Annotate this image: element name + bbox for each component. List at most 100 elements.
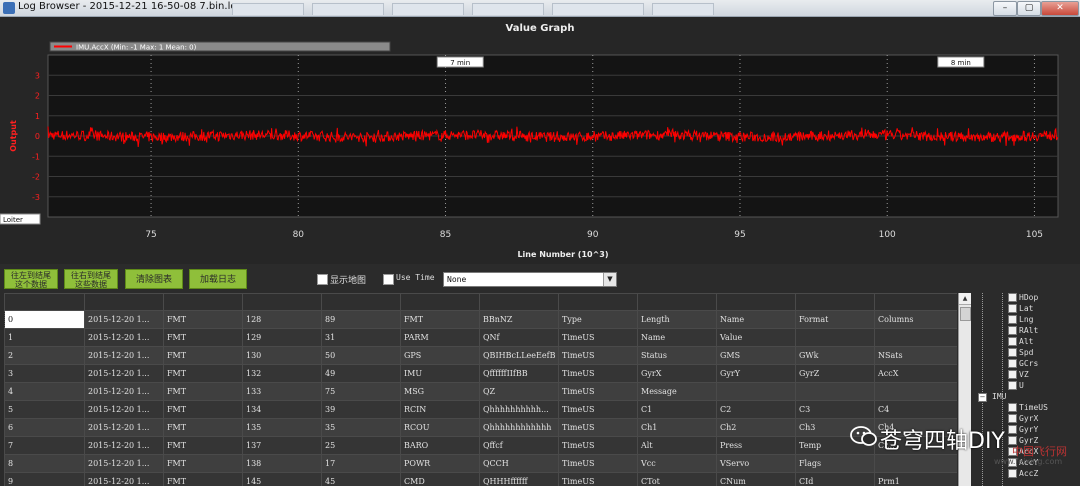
table-cell[interactable]: VServo [716,454,796,473]
table-cell[interactable]: 134 [242,400,322,419]
scroll-right-button[interactable]: 往右到结尾 这些数据 [64,269,118,289]
scroll-up-icon[interactable]: ▲ [959,293,971,305]
table-cell[interactable]: FMT [163,346,243,365]
table-cell[interactable]: C4 [874,400,957,419]
show-map-checkbox[interactable] [317,274,328,285]
table-cell[interactable]: CMD [400,472,480,486]
field-checkbox[interactable] [1008,359,1017,368]
field-checkbox[interactable] [1008,381,1017,390]
table-cell[interactable]: 2015-12-20 1... [84,418,164,437]
col-header[interactable] [4,293,85,311]
table-cell[interactable]: FMT [400,310,480,329]
tree-field-item[interactable]: HDop [1008,293,1038,303]
table-cell[interactable]: CId [795,472,875,486]
table-cell[interactable]: AccX [874,364,957,383]
table-cell[interactable]: FMT [163,382,243,401]
table-cell[interactable]: FMT [163,418,243,437]
table-cell[interactable]: Qhhhhhhhhhhhh [479,418,559,437]
table-cell[interactable]: TimeUS [558,328,638,347]
table-cell[interactable] [874,454,957,473]
table-cell[interactable]: GMS [716,346,796,365]
load-log-button[interactable]: 加载日志 [189,269,247,289]
table-cell[interactable]: 128 [242,310,322,329]
table-cell[interactable]: 145 [242,472,322,486]
table-row[interactable]: 1 2015-12-20 1... FMT 129 31 PARM QNf TimeUS Nam… [4,328,957,347]
table-cell[interactable]: QHHHffffff [479,472,559,486]
table-cell[interactable]: 25 [321,436,401,455]
table-cell[interactable]: 2015-12-20 1... [84,454,164,473]
table-cell[interactable]: Type [558,310,638,329]
table-cell[interactable]: TimeUS [558,454,638,473]
col-header[interactable] [84,293,164,311]
table-cell[interactable]: 9 [4,472,85,486]
table-cell[interactable]: QNf [479,328,559,347]
table-cell[interactable]: FMT [163,454,243,473]
field-checkbox[interactable] [1008,403,1017,412]
col-header[interactable] [716,293,796,311]
table-cell[interactable]: 133 [242,382,322,401]
table-cell[interactable]: C2 [716,400,796,419]
table-cell[interactable]: 8 [4,454,85,473]
col-header[interactable] [321,293,401,311]
table-cell[interactable]: Flags [795,454,875,473]
tree-field-item[interactable]: GCrs [1008,359,1038,369]
field-checkbox[interactable] [1008,326,1017,335]
col-header[interactable] [163,293,243,311]
value-graph-chart[interactable]: 75 80 85 90 95 100 105 -3 -2 -1 0 1 2 3 Line Number (1… [0,17,1080,264]
table-cell[interactable]: Format [795,310,875,329]
table-cell[interactable] [874,328,957,347]
scrollbar-thumb[interactable] [960,307,971,321]
table-cell[interactable]: 0 [4,310,85,329]
table-cell[interactable]: 2015-12-20 1... [84,400,164,419]
table-cell[interactable]: Name [637,328,717,347]
table-row[interactable]: 5 2015-12-20 1... FMT 134 39 RCIN Qhhhhhhhhhh.… [4,400,957,419]
table-cell[interactable]: QCCH [479,454,559,473]
table-cell[interactable]: QffffffIIfBB [479,364,559,383]
table-cell[interactable] [795,328,875,347]
table-cell[interactable]: RCOU [400,418,480,437]
chevron-down-icon[interactable]: ▼ [603,273,616,286]
table-cell[interactable]: QBIHBcLLeeEefB [479,346,559,365]
table-cell[interactable]: Vcc [637,454,717,473]
table-cell[interactable]: Ch1 [637,418,717,437]
table-row[interactable]: 7 2015-12-20 1... FMT 137 25 BARO Qffcf TimeUS A… [4,436,957,455]
table-cell[interactable]: BBnNZ [479,310,559,329]
table-cell[interactable]: GyrX [637,364,717,383]
close-button[interactable]: ✕ [1041,1,1079,16]
table-cell[interactable]: GyrY [716,364,796,383]
table-cell[interactable]: 31 [321,328,401,347]
table-cell[interactable]: 138 [242,454,322,473]
table-cell[interactable]: 135 [242,418,322,437]
table-cell[interactable]: TimeUS [558,364,638,383]
table-cell[interactable]: Qhhhhhhhhhh... [479,400,559,419]
table-cell[interactable]: TimeUS [558,436,638,455]
table-cell[interactable]: 6 [4,418,85,437]
table-cell[interactable]: Name [716,310,796,329]
table-row[interactable]: 0 2015-12-20 1... FMT 128 89 FMT BBnNZ Type Leng… [4,310,957,329]
table-cell[interactable]: FMT [163,400,243,419]
tree-field-item[interactable]: VZ [1008,370,1029,380]
table-cell[interactable]: MSG [400,382,480,401]
table-cell[interactable]: 39 [321,400,401,419]
table-cell[interactable]: Message [637,382,717,401]
tree-field-item[interactable]: Spd [1008,348,1033,358]
tree-field-item[interactable]: TimeUS [1008,403,1048,413]
table-cell[interactable]: 2 [4,346,85,365]
table-cell[interactable]: 129 [242,328,322,347]
table-cell[interactable]: POWR [400,454,480,473]
table-cell[interactable]: Alt [637,436,717,455]
table-cell[interactable]: RCIN [400,400,480,419]
table-cell[interactable]: 2015-12-20 1... [84,436,164,455]
table-cell[interactable]: 130 [242,346,322,365]
table-cell[interactable]: 132 [242,364,322,383]
table-cell[interactable]: TimeUS [558,382,638,401]
table-cell[interactable]: 2015-12-20 1... [84,364,164,383]
tree-field-item[interactable]: Lat [1008,304,1033,314]
table-cell[interactable]: FMT [163,328,243,347]
table-cell[interactable]: PARM [400,328,480,347]
collapse-icon[interactable]: − [978,393,987,402]
table-cell[interactable]: CTot [637,472,717,486]
table-cell[interactable]: Value [716,328,796,347]
table-cell[interactable]: 2015-12-20 1... [84,346,164,365]
table-cell[interactable]: FMT [163,364,243,383]
